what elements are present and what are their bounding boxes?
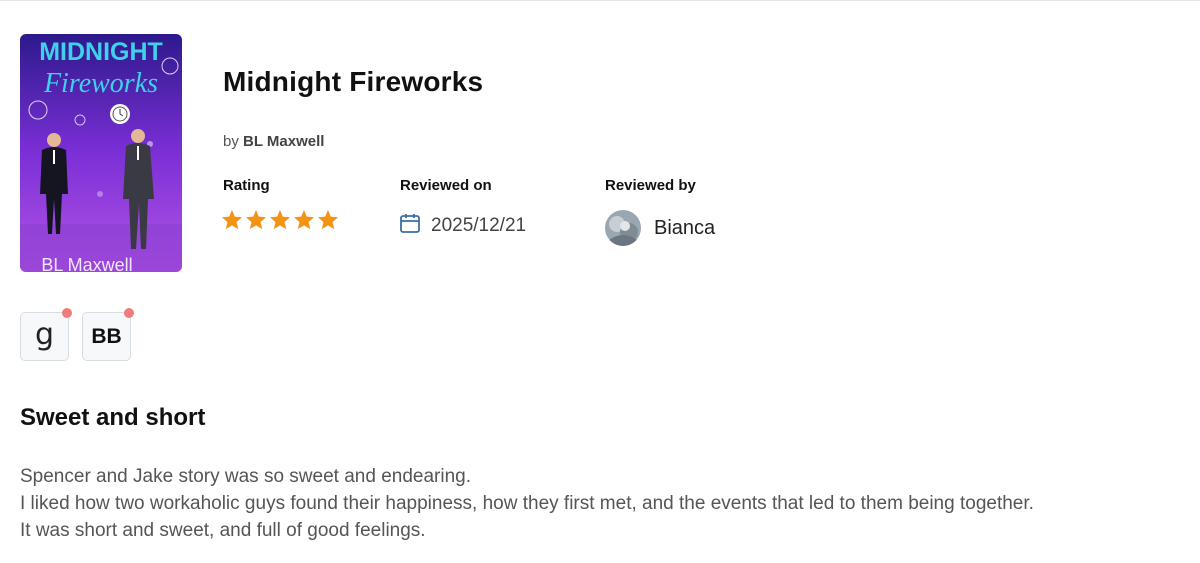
book-title: Midnight Fireworks [223,66,484,97]
reviewer-name[interactable]: Bianca [654,217,715,240]
goodreads-badge-label: g [34,317,55,352]
review-body: Spencer and Jake story was so sweet and … [20,463,1190,544]
review-line: Spencer and Jake story was so sweet and … [20,466,471,487]
top-divider [0,0,1200,1]
reviewer[interactable]: Bianca [605,210,715,246]
goodreads-badge[interactable]: g [20,308,72,361]
author-name[interactable]: BL Maxwell [243,133,324,150]
review-line: It was short and sweet, and full of good… [20,520,426,541]
star-rating [221,209,339,230]
review-heading: Sweet and short [20,404,206,431]
reviewed-on-date: 2025/12/21 [399,212,526,239]
rating-label: Rating [223,177,270,194]
cover-title-line2: Fireworks [43,68,158,99]
by-prefix: by [223,133,239,150]
bookbub-badge[interactable]: BB [82,308,134,361]
date-text: 2025/12/21 [431,214,527,236]
cover-title-line1: MIDNIGHT [39,38,163,66]
byline: by BL Maxwell [223,133,324,150]
star-icon [293,209,315,230]
notification-dot [124,308,134,318]
review-line: I liked how two workaholic guys found th… [20,493,1034,514]
bookbub-badge-label: BB [91,324,122,348]
star-icon [221,209,243,230]
star-icon [269,209,291,230]
notification-dot [62,308,72,318]
book-cover[interactable]: MIDNIGHT Fireworks BL Maxwell [20,34,182,272]
cover-author: BL Maxwell [41,255,132,272]
star-icon [245,209,267,230]
star-icon [317,209,339,230]
avatar[interactable] [605,210,641,246]
reviewed-on-label: Reviewed on [400,177,492,194]
calendar-icon [399,212,421,239]
reviewed-by-label: Reviewed by [605,177,696,194]
